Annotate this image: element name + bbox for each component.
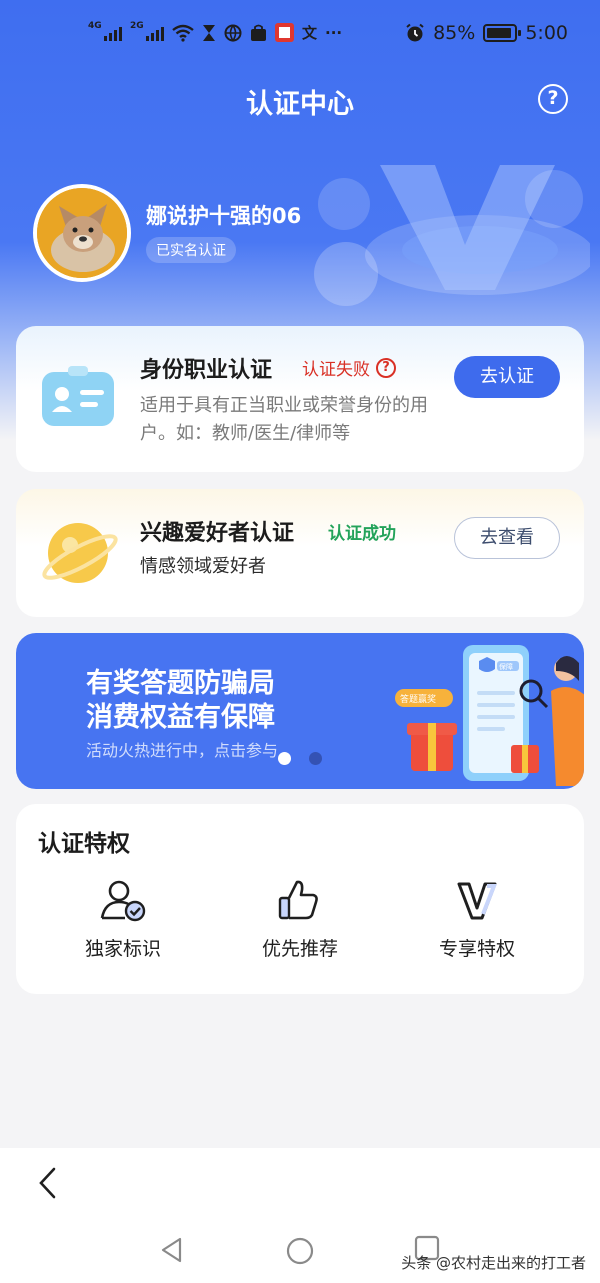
- privilege-priority-recommend[interactable]: 优先推荐: [225, 878, 375, 961]
- status-label: 认证失败: [302, 360, 370, 380]
- alarm-icon: [406, 23, 424, 42]
- nav-home-circle-icon[interactable]: [285, 1236, 315, 1266]
- card-description: 情感领域爱好者: [140, 556, 266, 577]
- privilege-label: 独家标识: [84, 938, 161, 960]
- thumbs-up-icon: [278, 880, 318, 920]
- promo-banner[interactable]: 有奖答题防骗局 消费权益有保障 活动火热进行中，点击参与 保障 答题赢奖: [16, 633, 584, 789]
- card-title: 身份职业认证: [140, 358, 273, 383]
- username: 娜说护十强的06: [146, 204, 302, 228]
- dog-avatar-icon: [37, 188, 127, 278]
- verified-badge: 已实名认证: [146, 237, 236, 263]
- film-bubble-icon: [314, 242, 378, 306]
- watermark: 头条 @农村走出来的打工者: [401, 1254, 586, 1272]
- carousel-dot[interactable]: [309, 752, 322, 765]
- battery-icon: [483, 24, 522, 42]
- more-icon: ···: [325, 23, 343, 42]
- privilege-label: 专享特权: [438, 938, 515, 960]
- globe-icon: [224, 24, 242, 42]
- banner-subtitle: 活动火热进行中，点击参与: [86, 741, 279, 760]
- bag-icon: [251, 24, 266, 41]
- planet-icon: [42, 523, 118, 583]
- hobbyist-verification-card: 兴趣爱好者认证 认证成功 情感领域爱好者 去查看: [16, 489, 584, 617]
- identity-verification-card: 身份职业认证 认证失败 ? 适用于具有正当职业或荣誉身份的用户。如：教师/医生/…: [16, 326, 584, 472]
- status-success: 认证成功: [328, 524, 396, 544]
- help-icon[interactable]: ?: [538, 84, 568, 114]
- text-icon: 文: [302, 24, 318, 42]
- view-button[interactable]: 去查看: [454, 517, 560, 559]
- nav-back-triangle-icon[interactable]: [158, 1236, 186, 1264]
- privilege-exclusive-rights[interactable]: 专享特权: [402, 878, 552, 961]
- banner-illustration-icon: 保障 答题赢奖: [395, 645, 584, 786]
- v-icon: [457, 882, 497, 920]
- book-icon: [275, 23, 294, 42]
- privileges-section: 认证特权 独家标识 优先推荐 专享特权: [16, 804, 584, 994]
- status-failed: 认证失败 ?: [302, 355, 396, 380]
- carousel-dot-active[interactable]: [278, 752, 291, 765]
- svg-text:答题赢奖: 答题赢奖: [400, 693, 436, 705]
- question-icon[interactable]: ?: [376, 357, 396, 378]
- privilege-label: 优先推荐: [261, 938, 338, 960]
- start-verification-button[interactable]: 去认证: [454, 356, 560, 398]
- hourglass-icon: [203, 24, 215, 41]
- card-title: 兴趣爱好者认证: [140, 521, 295, 546]
- battery-percent: 85%: [433, 22, 476, 44]
- id-card-icon: [42, 366, 114, 426]
- user-badge-icon: [100, 880, 146, 922]
- back-arrow-icon[interactable]: [36, 1166, 60, 1200]
- page-title: 认证中心: [246, 89, 354, 120]
- avatar[interactable]: [33, 184, 131, 282]
- section-title: 认证特权: [38, 831, 130, 857]
- person-bubble-icon: [318, 178, 370, 230]
- wifi-icon: [172, 24, 194, 42]
- privilege-exclusive-badge[interactable]: 独家标识: [48, 878, 198, 961]
- signal-icon: 4G: [88, 21, 122, 41]
- camera-bubble-icon: [525, 170, 583, 228]
- signal-icon: 2G: [130, 21, 164, 41]
- svg-text:保障: 保障: [499, 662, 513, 671]
- clock: 5:00: [525, 22, 568, 44]
- banner-headline: 消费权益有保障: [86, 702, 275, 733]
- card-description: 适用于具有正当职业或荣誉身份的用户。如：教师/医生/律师等: [140, 395, 428, 444]
- status-bar: 4G 2G 文 ··· 85% 5:00: [0, 0, 600, 66]
